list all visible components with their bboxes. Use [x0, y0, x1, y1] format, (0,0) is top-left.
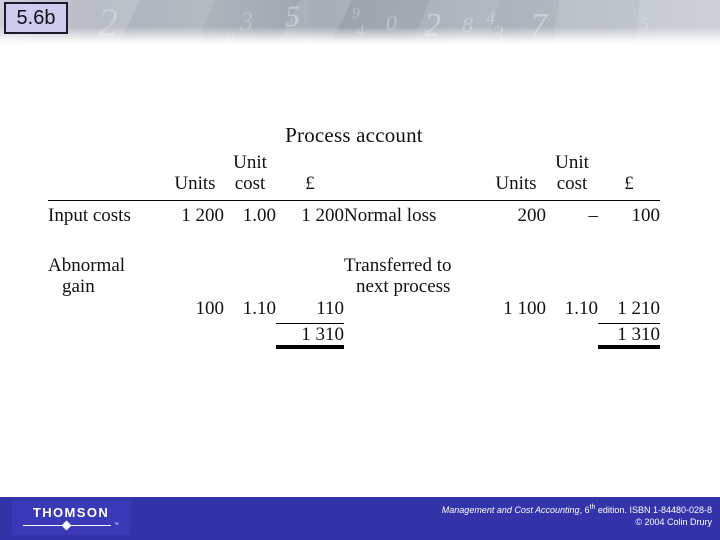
row-right-description-line2: next process [356, 276, 451, 298]
spacer-cell [48, 226, 660, 234]
row-left-description-line1: Abnormal [48, 255, 126, 277]
row-left-description-line2: gain [62, 276, 95, 298]
row-left-amount: 1 200 [301, 204, 344, 226]
row-left-description: Abnormal gain [48, 234, 166, 319]
totals-right-filler [344, 323, 486, 347]
account-title: Process account [285, 123, 423, 147]
trademark-icon: ™ [114, 521, 119, 528]
header-left-amount: £ [305, 173, 315, 195]
slide-body: Process account Units Unit cost £ Units … [0, 45, 720, 485]
totals-right-cost-filler [546, 323, 598, 347]
header-left-units: Units [174, 173, 216, 195]
table-row: Input costs 1 200 1.00 1 200 Normal loss… [48, 205, 660, 226]
totals-left-filler [48, 323, 166, 347]
header-left-description [48, 152, 166, 197]
ledger-table: Units Unit cost £ Units Unit cost £ Inpu… [48, 152, 660, 350]
row-left-units: 1 200 [181, 204, 224, 226]
row-left-description: Input costs [48, 204, 131, 226]
header-banner: 2 3 5 9 4 0 2 8 4 3 7 5 0 6 1 [0, 0, 720, 45]
header-left-unit-cost: Unit cost [233, 152, 267, 195]
row-right-amount: 100 [631, 204, 661, 226]
totals-row: 1 310 1 310 [48, 322, 660, 350]
totals-right-units-filler [486, 323, 546, 347]
header-right-unit-cost: Unit cost [555, 152, 589, 195]
row-left-unit-cost: 1.10 [242, 297, 276, 319]
row-right-unit-cost: – [588, 204, 599, 226]
row-right-units: 200 [517, 204, 547, 226]
book-edition-prefix: , 6 [579, 505, 590, 515]
header-right-units: Units [495, 173, 537, 195]
row-right-description: Normal loss [344, 204, 437, 226]
footer-bar: THOMSON ™ Management and Cost Accounting… [0, 497, 720, 540]
table-row: Abnormal gain 100 1.10 110 Transferred t… [48, 234, 660, 319]
slide-number-label: 5.6b [16, 6, 56, 29]
banner-fade [0, 27, 720, 45]
thomson-logo: THOMSON ™ [12, 501, 130, 535]
svg-text:9: 9 [352, 5, 360, 22]
row-right-units: 1 100 [503, 297, 546, 319]
slide-number-badge: 5.6b [4, 2, 68, 34]
total-left-amount: 1 310 [276, 322, 344, 350]
totals-left-units-filler [166, 323, 224, 347]
book-isbn: edition. ISBN 1-84480-028-8 [595, 505, 712, 515]
footer-credit: Management and Cost Accounting, 6th edit… [442, 503, 712, 528]
row-left-amount: 110 [316, 297, 344, 319]
diamond-icon [61, 520, 72, 530]
book-title: Management and Cost Accounting [441, 505, 580, 515]
spacer-row [48, 226, 660, 234]
header-right-amount: £ [624, 173, 634, 195]
footer-copyright: © 2004 Colin Drury [635, 517, 712, 528]
row-left-unit-cost: 1.00 [242, 204, 276, 226]
row-left-units: 100 [195, 297, 225, 319]
footer-credit-line1: Management and Cost Accounting, 6th edit… [441, 504, 712, 515]
process-account-table: Process account Units Unit cost £ Units … [48, 123, 660, 350]
row-right-description-line1: Transferred to [344, 255, 452, 277]
row-right-unit-cost: 1.10 [564, 297, 598, 319]
thomson-rule-group: ™ [23, 520, 119, 531]
row-right-amount: 1 210 [617, 297, 660, 319]
table-header-row: Units Unit cost £ Units Unit cost £ [48, 152, 660, 197]
thomson-wordmark: THOMSON [32, 504, 110, 520]
row-right-description: Transferred to next process [344, 234, 486, 319]
header-right-description [344, 152, 486, 197]
totals-left-cost-filler [224, 323, 276, 347]
total-right-amount: 1 310 [598, 322, 660, 350]
